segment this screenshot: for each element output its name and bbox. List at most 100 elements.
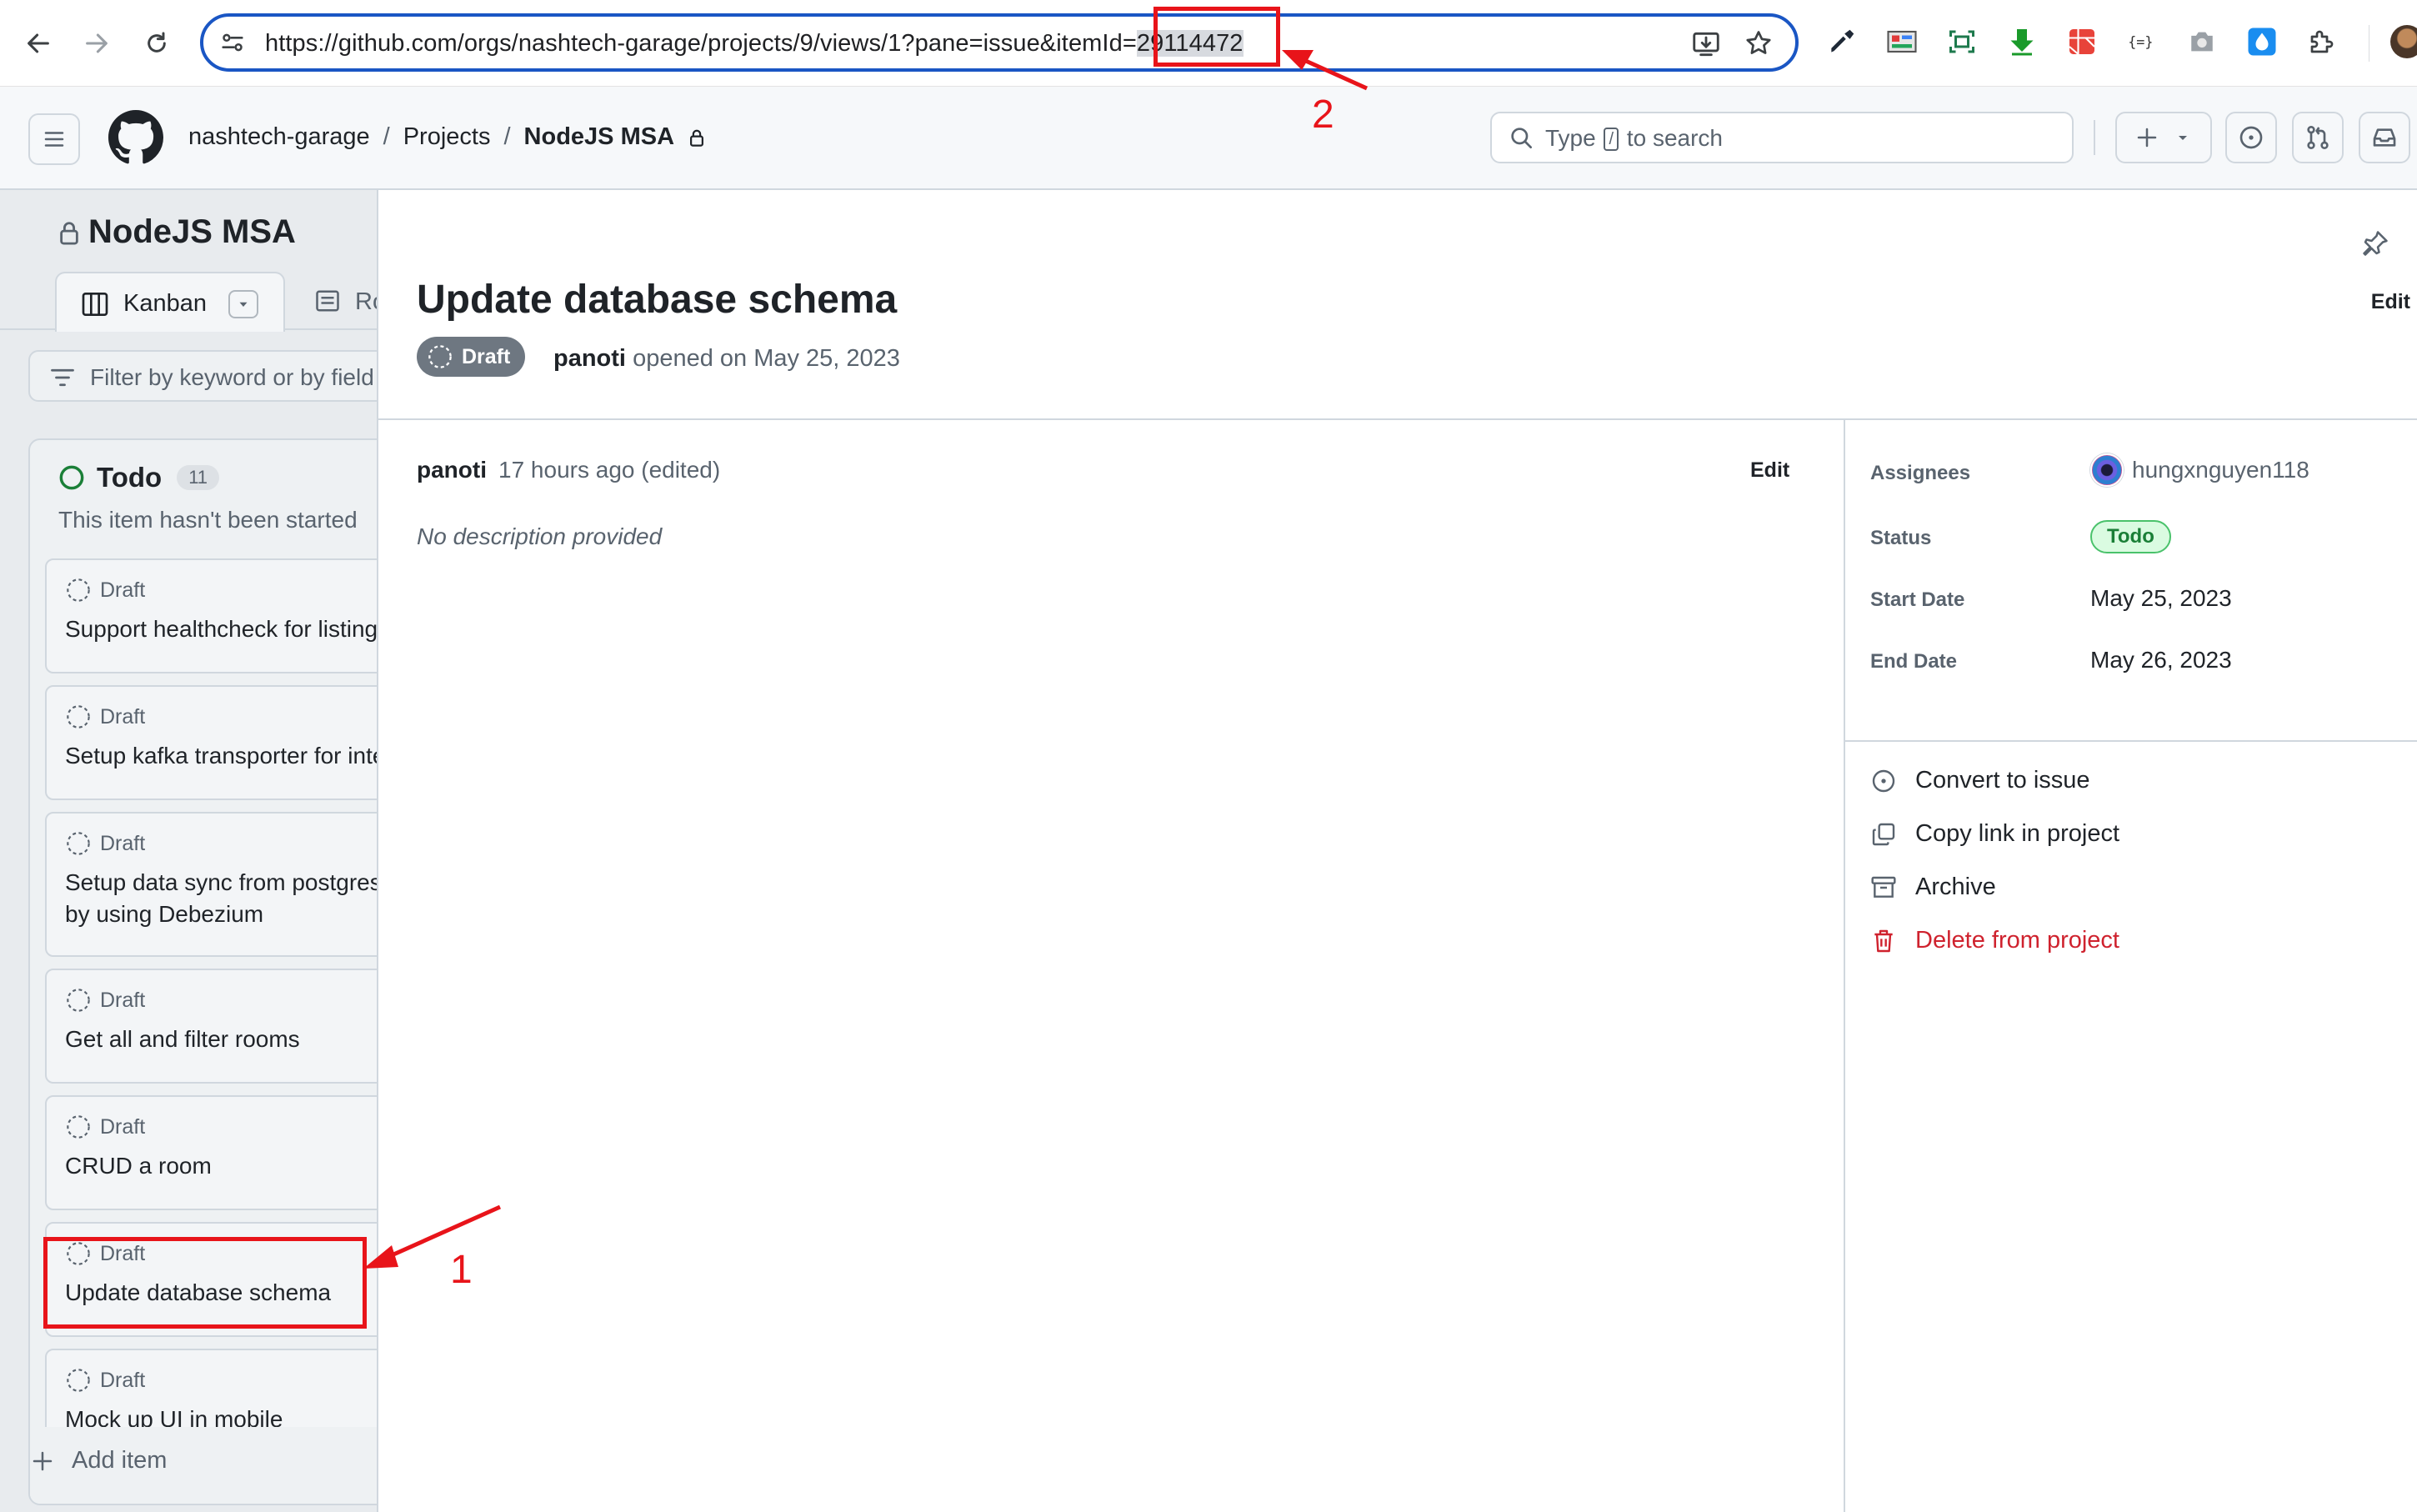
card-status-label: Draft [100, 1114, 146, 1139]
sidebar-divider [1844, 420, 1845, 1512]
breadcrumb-org[interactable]: nashtech-garage [188, 123, 370, 151]
issue-circle-icon [1872, 769, 1895, 792]
card-title: Setup kafka transporter for inter [65, 743, 377, 769]
column-header: Todo 11 [58, 462, 220, 493]
camera-icon[interactable] [2184, 23, 2220, 60]
tab-options-button[interactable] [228, 290, 258, 318]
assignee-name: hungxnguyen118 [2132, 457, 2309, 483]
bookmark-star-icon[interactable] [1744, 28, 1774, 63]
extension-image-icon[interactable] [1884, 23, 1920, 60]
issue-title: Update database schema [417, 278, 898, 322]
board-card[interactable]: Draft CRUD a room [45, 1095, 377, 1210]
pull-requests-button[interactable] [2292, 112, 2344, 163]
search-input[interactable]: Type / to search [1490, 112, 2074, 163]
annotation-box-selected-card [43, 1237, 367, 1329]
card-title-line-1: Setup data sync from postgres [65, 869, 377, 895]
create-new-button[interactable] [2115, 112, 2212, 163]
extensions-puzzle-icon[interactable] [2304, 23, 2340, 60]
svg-text:{=}: {=} [2128, 33, 2153, 50]
convert-to-issue-button[interactable]: Convert to issue [1870, 767, 2090, 794]
column-count: 11 [177, 465, 220, 490]
filter-input[interactable]: Filter by keyword or by field [28, 350, 377, 402]
screenshot-capture-icon[interactable] [1944, 23, 1980, 60]
board-card[interactable]: Draft Support healthcheck for listing [45, 558, 377, 673]
header-divider [2094, 120, 2095, 155]
profile-avatar[interactable] [2390, 25, 2417, 58]
title-edit-button[interactable]: Edit [2371, 290, 2410, 314]
site-settings-icon[interactable] [218, 28, 247, 61]
card-status-label: Draft [100, 1368, 146, 1392]
card-title-line-2: by using Debezium [65, 901, 264, 927]
tab-kanban-label: Kanban [123, 290, 207, 317]
eyedropper-icon[interactable] [1824, 23, 1860, 60]
assignees-label: Assignees [1870, 462, 1971, 484]
breadcrumb-separator: / [503, 123, 511, 150]
card-status-label: Draft [100, 704, 146, 728]
project-title: NodeJS MSA [88, 213, 296, 250]
lock-icon [57, 218, 82, 251]
add-item-button[interactable]: Add item [30, 1447, 167, 1474]
inbox-button[interactable] [2359, 112, 2410, 163]
back-icon[interactable] [15, 20, 62, 67]
copy-label: Copy link in project [1915, 820, 2119, 847]
status-badge: Todo [2090, 520, 2171, 553]
board-card[interactable]: Draft Setup data sync from postgres by u… [45, 812, 377, 957]
description-text: No description provided [417, 523, 663, 549]
download-arrow-icon[interactable] [2004, 23, 2040, 60]
end-date-value[interactable]: May 26, 2023 [2090, 647, 2232, 673]
pin-icon[interactable] [2360, 228, 2390, 263]
tab-roadmap[interactable]: Ro [315, 288, 377, 318]
delete-from-project-button[interactable]: Delete from project [1870, 927, 2119, 954]
caret-down-icon [239, 302, 248, 307]
author-link[interactable]: panoti [553, 345, 626, 372]
card-status-label: Draft [100, 578, 146, 602]
annotation-label-1: 1 [450, 1248, 473, 1292]
start-date-value[interactable]: May 25, 2023 [2090, 585, 2232, 612]
assignee-value[interactable]: hungxnguyen118 [2090, 453, 2309, 487]
end-date-label: End Date [1870, 650, 1958, 673]
card-status-label: Draft [100, 988, 146, 1012]
archive-button[interactable]: Archive [1870, 874, 1996, 901]
json-formatter-icon[interactable]: {=} [2124, 23, 2160, 60]
comment-edit-button[interactable]: Edit [1750, 458, 1789, 483]
archive-label: Archive [1915, 874, 1996, 900]
draft-icon [67, 578, 90, 602]
issues-button[interactable] [2225, 112, 2277, 163]
filter-icon [50, 367, 75, 393]
comment-timestamp: 17 hours ago (edited) [498, 457, 721, 483]
breadcrumb-project[interactable]: NodeJS MSA [524, 123, 674, 151]
opened-meta: panoti opened on May 25, 2023 [553, 345, 900, 373]
start-date-label: Start Date [1870, 588, 1965, 611]
extension-drop-icon[interactable] [2244, 23, 2280, 60]
pane-divider [378, 418, 2417, 420]
draft-badge-label: Draft [462, 344, 511, 368]
tab-kanban[interactable]: Kanban [55, 272, 285, 332]
card-status: Draft [65, 987, 145, 1014]
menu-button[interactable] [28, 113, 80, 165]
delete-label: Delete from project [1915, 927, 2119, 954]
breadcrumb-projects[interactable]: Projects [403, 123, 491, 151]
board-card[interactable]: Draft Setup kafka transporter for inter [45, 685, 377, 800]
install-app-icon[interactable] [1690, 28, 1722, 64]
add-item-label: Add item [72, 1447, 168, 1474]
url-prefix: https://github.com/orgs/nashtech-garage/… [265, 30, 1137, 57]
url-text[interactable]: https://github.com/orgs/nashtech-garage/… [265, 30, 1244, 58]
copy-icon [1872, 823, 1895, 845]
annotation-box-item-id [1153, 7, 1280, 67]
address-bar[interactable]: https://github.com/orgs/nashtech-garage/… [200, 13, 1799, 72]
breadcrumb-separator: / [383, 123, 390, 150]
github-logo-icon[interactable] [108, 110, 163, 169]
comment-author[interactable]: panoti [417, 457, 487, 483]
pull-request-icon [2307, 126, 2329, 149]
forward-icon[interactable] [73, 20, 120, 67]
hamburger-icon [44, 132, 64, 147]
status-value[interactable]: Todo [2090, 520, 2171, 553]
reload-icon[interactable] [133, 20, 180, 67]
copy-link-button[interactable]: Copy link in project [1870, 820, 2119, 848]
chevron-down-icon [2179, 136, 2187, 140]
board-icon [82, 292, 108, 321]
extension-red-grid-icon[interactable] [2064, 23, 2100, 60]
search-placeholder: Type / to search [1545, 125, 1723, 152]
board-card[interactable]: Draft Get all and filter rooms [45, 969, 377, 1084]
draft-icon [67, 1369, 90, 1392]
